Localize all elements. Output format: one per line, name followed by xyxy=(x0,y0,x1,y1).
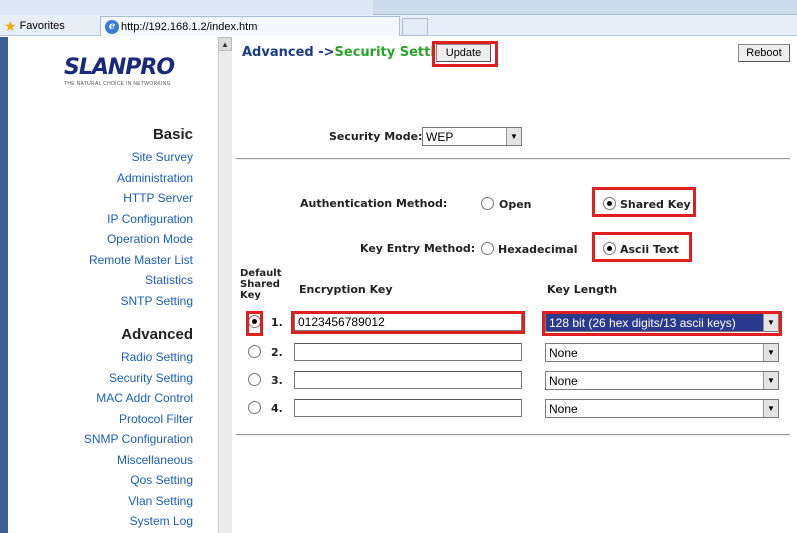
sidebar-item-http-server[interactable]: HTTP Server xyxy=(123,191,193,205)
key-length-select-2[interactable]: None ▼ xyxy=(545,343,779,362)
slanpro-logo: SLANPRO THE NATURAL CHOICE IN NETWORKING xyxy=(64,55,214,95)
divider xyxy=(236,158,790,160)
default-key-radio-2[interactable] xyxy=(248,345,261,358)
auth-open-label: Open xyxy=(499,198,532,211)
auth-method-label: Authentication Method: xyxy=(300,197,448,210)
sidebar-item-security-setting[interactable]: Security Setting xyxy=(109,371,193,385)
sidebar-item-sntp-setting[interactable]: SNTP Setting xyxy=(121,294,193,308)
sidebar-item-mac-addr-control[interactable]: MAC Addr Control xyxy=(96,391,193,405)
key-length-value-1: 128 bit (26 hex digits/13 ascii keys) xyxy=(549,315,736,330)
key-length-select-3[interactable]: None ▼ xyxy=(545,371,779,390)
header-line-default: Default xyxy=(240,268,282,279)
encryption-key-input-1[interactable]: 0123456789012 xyxy=(294,313,522,331)
sidebar-item-ip-configuration[interactable]: IP Configuration xyxy=(107,212,193,226)
sidebar-item-vlan-setting[interactable]: Vlan Setting xyxy=(128,494,193,508)
key-number-2: 2. xyxy=(271,346,283,359)
basic-heading: Basic xyxy=(152,126,193,143)
sidebar-item-remote-master-list[interactable]: Remote Master List xyxy=(89,253,193,267)
sidebar-item-statistics[interactable]: Statistics xyxy=(145,273,193,287)
auth-shared-radio[interactable] xyxy=(603,197,616,210)
breadcrumb-prefix: Advanced -> xyxy=(242,45,335,60)
logo-name: SLANPRO xyxy=(64,55,175,80)
key-length-value-4: None xyxy=(549,401,578,416)
tab-url: http://192.168.1.2/index.htm xyxy=(121,20,258,33)
auth-open-radio[interactable] xyxy=(481,197,494,210)
favorites-button[interactable]: ★ Favorites xyxy=(4,18,65,34)
key-number-1: 1. xyxy=(271,316,283,329)
key-number-4: 4. xyxy=(271,402,283,415)
key-length-select-4[interactable]: None ▼ xyxy=(545,399,779,418)
security-mode-value: WEP xyxy=(426,129,454,144)
key-hex-label: Hexadecimal xyxy=(498,243,578,256)
sidebar-item-miscellaneous[interactable]: Miscellaneous xyxy=(117,453,193,467)
new-tab-button[interactable] xyxy=(402,18,428,36)
security-mode-label: Security Mode: xyxy=(329,130,423,143)
logo-tagline: THE NATURAL CHOICE IN NETWORKING xyxy=(64,81,171,87)
ie-page-icon: e xyxy=(105,19,119,34)
header-line-shared: Shared xyxy=(240,279,280,290)
key-length-header: Key Length xyxy=(547,283,618,296)
key-length-select-1[interactable]: 128 bit (26 hex digits/13 ascii keys) ▼ xyxy=(545,313,779,332)
sidebar-item-site-survey[interactable]: Site Survey xyxy=(132,150,193,164)
default-key-radio-3[interactable] xyxy=(248,373,261,386)
key-number-3: 3. xyxy=(271,374,283,387)
encryption-key-input-2[interactable] xyxy=(294,343,522,361)
key-entry-label: Key Entry Method: xyxy=(360,242,476,255)
sidebar-item-system-log[interactable]: System Log xyxy=(130,514,193,528)
scroll-up-arrow-icon[interactable]: ▲ xyxy=(218,37,232,51)
key-ascii-radio[interactable] xyxy=(603,242,616,255)
security-mode-select[interactable]: WEP ▼ xyxy=(422,127,522,146)
dropdown-arrow-icon: ▼ xyxy=(763,372,778,389)
browser-tab[interactable]: e http://192.168.1.2/index.htm xyxy=(100,16,400,36)
encryption-key-input-3[interactable] xyxy=(294,371,522,389)
default-shared-key-header: Default Shared Key xyxy=(240,268,282,301)
star-icon: ★ xyxy=(4,18,17,34)
advanced-heading: Advanced xyxy=(121,326,193,343)
dropdown-arrow-icon: ▼ xyxy=(763,400,778,417)
default-key-radio-1[interactable] xyxy=(248,315,261,328)
dropdown-arrow-icon: ▼ xyxy=(763,314,778,331)
dropdown-arrow-icon: ▼ xyxy=(506,128,521,145)
favorites-label: Favorites xyxy=(19,20,65,32)
encryption-key-input-4[interactable] xyxy=(294,399,522,417)
page-breadcrumb: Advanced ->Security Setting xyxy=(242,45,453,60)
key-hex-radio[interactable] xyxy=(481,242,494,255)
default-key-radio-4[interactable] xyxy=(248,401,261,414)
key-length-value-2: None xyxy=(549,345,578,360)
update-button[interactable]: Update xyxy=(436,44,491,62)
key-ascii-label: Ascii Text xyxy=(620,243,679,256)
sidebar-item-protocol-filter[interactable]: Protocol Filter xyxy=(119,412,193,426)
header-line-key: Key xyxy=(240,290,261,301)
divider-bottom xyxy=(236,434,790,436)
sidebar-item-administration[interactable]: Administration xyxy=(117,171,193,185)
browser-toolbar-area xyxy=(373,0,797,15)
dropdown-arrow-icon: ▼ xyxy=(763,344,778,361)
sidebar-item-radio-setting[interactable]: Radio Setting xyxy=(121,350,193,364)
reboot-button[interactable]: Reboot xyxy=(738,44,790,62)
sidebar-item-qos-setting[interactable]: Qos Setting xyxy=(130,473,193,487)
left-frame-scrollbar[interactable] xyxy=(218,37,232,533)
auth-shared-label: Shared Key xyxy=(620,198,691,211)
encryption-key-header: Encryption Key xyxy=(299,283,393,296)
sidebar-item-operation-mode[interactable]: Operation Mode xyxy=(107,232,193,246)
key-length-value-3: None xyxy=(549,373,578,388)
sidebar-item-snmp-configuration[interactable]: SNMP Configuration xyxy=(84,432,193,446)
left-frame: SLANPRO THE NATURAL CHOICE IN NETWORKING xyxy=(0,37,231,533)
